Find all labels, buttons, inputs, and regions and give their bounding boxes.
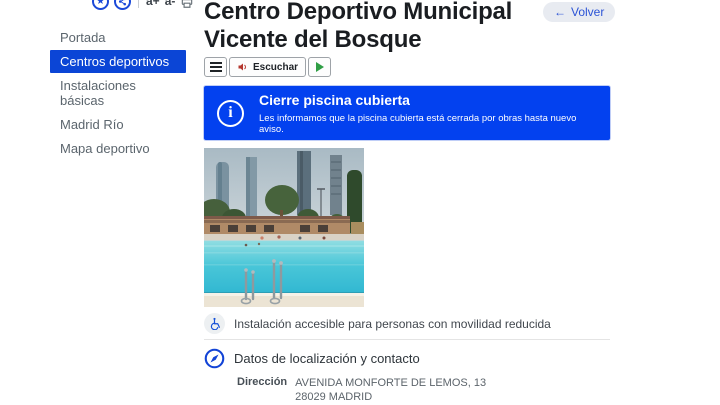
readspeaker-menu-icon[interactable]: [204, 57, 227, 77]
address-line2: 28029 MADRID: [295, 391, 373, 403]
address-label: Dirección: [237, 376, 288, 388]
text-decrease-button[interactable]: a-: [165, 0, 176, 10]
sidebar-item-centros-deportivos[interactable]: Centros deportivos: [50, 50, 186, 73]
back-button-label: Volver: [571, 5, 605, 19]
text-increase-button[interactable]: a+: [146, 0, 160, 10]
share-glyph: [118, 0, 127, 6]
separator: [138, 0, 139, 8]
page: ★ a+ a- Portada Centros deportivos Insta…: [0, 0, 720, 405]
page-title: Centro Deportivo Municipal Vicente del B…: [204, 0, 513, 53]
sidebar-item-instalaciones-basicas[interactable]: Instalaciones básicas: [50, 74, 186, 112]
sidebar-item-madrid-rio[interactable]: Madrid Río: [50, 113, 186, 136]
alert-message: Les informamos que la piscina cubierta e…: [259, 112, 577, 135]
print-icon[interactable]: [180, 0, 194, 9]
play-icon: [315, 62, 324, 72]
listen-button[interactable]: Escuchar: [229, 57, 307, 77]
favorite-icon[interactable]: ★: [92, 0, 109, 10]
play-button[interactable]: [308, 57, 332, 77]
listen-button-label: Escuchar: [253, 61, 299, 73]
accessibility-text: Instalación accesible para personas con …: [234, 316, 551, 331]
address-row: Dirección AVENIDA MONFORTE DE LEMOS, 13 …: [237, 376, 486, 404]
address-value: AVENIDA MONFORTE DE LEMOS, 13 28029 MADR…: [295, 376, 486, 404]
sidebar-item-mapa-deportivo[interactable]: Mapa deportivo: [50, 137, 186, 160]
readspeaker-toolbar: Escuchar: [204, 57, 332, 77]
quick-actions-bar: ★ a+ a-: [92, 0, 194, 10]
section-divider: [204, 339, 610, 340]
back-arrow-icon: ←: [554, 5, 566, 19]
alert-title: Cierre piscina cubierta: [259, 91, 410, 108]
address-line1: AVENIDA MONFORTE DE LEMOS, 13: [295, 377, 487, 389]
location-section-header: Datos de localización y contacto: [204, 348, 420, 369]
speaker-icon: [238, 63, 246, 71]
sidebar-item-portada[interactable]: Portada: [50, 26, 186, 49]
pool-photo-art: [204, 148, 364, 307]
alert-text-block: Cierre piscina cubierta Les informamos q…: [259, 92, 597, 135]
share-icon[interactable]: [114, 0, 131, 10]
wheelchair-icon: [204, 313, 225, 334]
info-icon: i: [217, 99, 244, 127]
star-glyph: ★: [96, 0, 105, 7]
location-heading: Datos de localización y contacto: [234, 351, 420, 366]
accessibility-row: Instalación accesible para personas con …: [204, 313, 551, 334]
compass-icon: [204, 348, 225, 369]
closure-alert: i Cierre piscina cubierta Les informamos…: [204, 86, 610, 140]
sidebar-nav: Portada Centros deportivos Instalaciones…: [50, 26, 186, 161]
pool-photo: [204, 148, 364, 307]
back-button[interactable]: ← Volver: [543, 2, 616, 22]
